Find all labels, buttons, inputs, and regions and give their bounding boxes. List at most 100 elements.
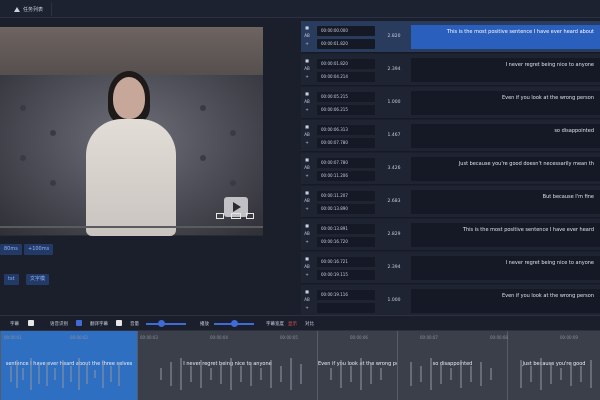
subtitle-text[interactable]: Even if you look at the wrong person <box>411 91 600 115</box>
subtitle-text[interactable]: Just because you're good doesn't necessa… <box>411 157 600 181</box>
subtitle-row[interactable]: ■ AB + 00:00:13.891 00:00:16.720 2.829 Thi… <box>301 219 600 251</box>
subtitle-text[interactable]: This is the most positive sentence I hav… <box>411 25 600 49</box>
add-icon[interactable]: + <box>305 140 308 145</box>
add-icon[interactable]: + <box>305 74 308 79</box>
delete-icon[interactable]: ■ <box>305 58 309 63</box>
time-tick: 00:00:05 <box>280 335 298 340</box>
subtitle-row[interactable]: ■ AB + 00:00:01.820 00:00:04.214 2.394 I n… <box>301 54 600 86</box>
subtitle-text[interactable]: I never regret being nice to anyone <box>411 256 600 280</box>
start-time[interactable]: 00:00:06.313 <box>317 125 375 135</box>
subtitle-row[interactable]: ■ AB + 00:00:00.000 00:00:01.820 2.820 Thi… <box>301 21 600 53</box>
delete-icon[interactable]: ■ <box>305 91 309 96</box>
end-time[interactable]: 00:00:06.215 <box>317 105 375 115</box>
timeline-toolbar: 字幕 语音识别 翻译字幕 音量 播放 字幕宽度 显示 对比 <box>0 315 600 331</box>
start-time[interactable]: 00:00:16.721 <box>317 257 375 267</box>
delete-icon[interactable]: ■ <box>305 157 309 162</box>
subtitle-row[interactable]: ■ AB + 00:00:11.207 00:00:13.890 2.683 But… <box>301 186 600 218</box>
time-tick: 00:00:03 <box>140 335 158 340</box>
chip-tst[interactable]: tst <box>4 274 19 285</box>
start-time[interactable]: 00:00:13.891 <box>317 224 375 234</box>
merge-icon[interactable]: AB <box>304 198 309 203</box>
asr-checkbox[interactable] <box>76 320 82 326</box>
speed-knob[interactable] <box>231 320 238 327</box>
video-player[interactable] <box>0 27 263 236</box>
add-icon[interactable]: + <box>305 41 308 46</box>
waveform-timeline[interactable]: sentence I have ever heard about the thr… <box>0 331 600 400</box>
subtitle-row[interactable]: ■ AB + 00:00:07.780 00:00:11.206 3.426 Jus… <box>301 153 600 185</box>
merge-icon[interactable]: AB <box>304 33 309 38</box>
toolbar-label-compare[interactable]: 对比 <box>305 321 314 327</box>
merge-icon[interactable]: AB <box>304 99 309 104</box>
subtitle-row[interactable]: ■ AB + 00:00:06.313 00:00:07.780 1.467 so … <box>301 120 600 152</box>
start-time[interactable]: 00:00:11.207 <box>317 191 375 201</box>
merge-icon[interactable]: AB <box>304 231 309 236</box>
toolbar-label-show[interactable]: 显示 <box>288 321 297 327</box>
subtitle-checkbox[interactable] <box>28 320 34 326</box>
toolbar-label-play: 播放 <box>200 322 209 327</box>
end-time[interactable]: 00:00:04.214 <box>317 72 375 82</box>
time-tick: 00:00:01 <box>4 335 22 340</box>
merge-icon[interactable]: AB <box>304 297 309 302</box>
add-icon[interactable]: + <box>305 272 308 277</box>
end-time[interactable]: 00:00:13.890 <box>317 204 375 214</box>
row-actions: ■ AB + <box>303 58 311 79</box>
translate-checkbox[interactable] <box>116 320 122 326</box>
subtitle-row[interactable]: ■ AB + 00:00:05.215 00:00:06.215 1.000 Eve… <box>301 87 600 119</box>
video-progress-bar[interactable] <box>0 226 263 228</box>
subtitle-text[interactable]: so disappointed <box>411 124 600 148</box>
delete-icon[interactable]: ■ <box>305 124 309 129</box>
end-time[interactable]: 00:00:16.720 <box>317 237 375 247</box>
task-list-button[interactable]: 任务列表 <box>6 2 53 16</box>
start-time[interactable]: 00:00:00.000 <box>317 26 375 36</box>
add-icon[interactable]: + <box>305 239 308 244</box>
end-time[interactable]: 00:00:11.206 <box>317 171 375 181</box>
duration: 1.000 <box>387 298 401 303</box>
pip-icon[interactable] <box>231 213 241 219</box>
end-time[interactable] <box>317 303 375 313</box>
offset-plus-chip[interactable]: +100ms <box>24 244 54 255</box>
top-bar: 任务列表 <box>0 0 600 18</box>
delete-icon[interactable]: ■ <box>305 223 309 228</box>
merge-icon[interactable]: AB <box>304 132 309 137</box>
offset-minus-chip[interactable]: 80ms <box>0 244 22 255</box>
subtitle-row[interactable]: ■ AB + 00:00:16.721 00:00:19.115 2.394 I n… <box>301 252 600 284</box>
subtitle-text[interactable]: This is the most positive sentence I hav… <box>411 223 600 247</box>
add-icon[interactable]: + <box>305 206 308 211</box>
row-actions: ■ AB + <box>303 25 311 46</box>
time-tick: 00:00:02 <box>70 335 88 340</box>
delete-icon[interactable]: ■ <box>305 190 309 195</box>
chip-text-mode[interactable]: 文字模 <box>26 274 50 285</box>
delete-icon[interactable]: ■ <box>305 25 309 30</box>
start-time[interactable]: 00:00:19.116 <box>317 290 375 300</box>
merge-icon[interactable]: AB <box>304 165 309 170</box>
duration: 2.394 <box>387 67 401 72</box>
start-time[interactable]: 00:00:07.780 <box>317 158 375 168</box>
merge-icon[interactable]: AB <box>304 264 309 269</box>
subtitle-text[interactable]: Even if you look at the wrong person <box>411 289 600 313</box>
volume-knob[interactable] <box>158 320 165 327</box>
end-time[interactable]: 00:00:19.115 <box>317 270 375 280</box>
row-actions: ■ AB + <box>303 91 311 112</box>
fullscreen-icon[interactable] <box>246 213 254 219</box>
time-tick: 00:00:06 <box>350 335 368 340</box>
delete-icon[interactable]: ■ <box>305 289 309 294</box>
volume-slider[interactable] <box>146 323 186 325</box>
merge-icon[interactable]: AB <box>304 66 309 71</box>
task-list-label: 任务列表 <box>23 6 44 13</box>
end-time[interactable]: 00:00:01.820 <box>317 39 375 49</box>
subtitle-row[interactable]: ■ AB + 00:00:19.116 1.000 Even if you look… <box>301 285 600 315</box>
triangle-icon <box>14 6 20 12</box>
start-time[interactable]: 00:00:05.215 <box>317 92 375 102</box>
subtitle-toggle-icon[interactable] <box>216 213 224 219</box>
audio-waveform <box>10 358 592 390</box>
duration: 2.394 <box>387 265 401 270</box>
add-icon[interactable]: + <box>305 305 308 310</box>
add-icon[interactable]: + <box>305 107 308 112</box>
delete-icon[interactable]: ■ <box>305 256 309 261</box>
toolbar-label-width: 字幕宽度 <box>266 322 284 327</box>
subtitle-text[interactable]: But because I'm fine <box>411 190 600 214</box>
start-time[interactable]: 00:00:01.820 <box>317 59 375 69</box>
end-time[interactable]: 00:00:07.780 <box>317 138 375 148</box>
subtitle-text[interactable]: I never regret being nice to anyone <box>411 58 600 82</box>
add-icon[interactable]: + <box>305 173 308 178</box>
